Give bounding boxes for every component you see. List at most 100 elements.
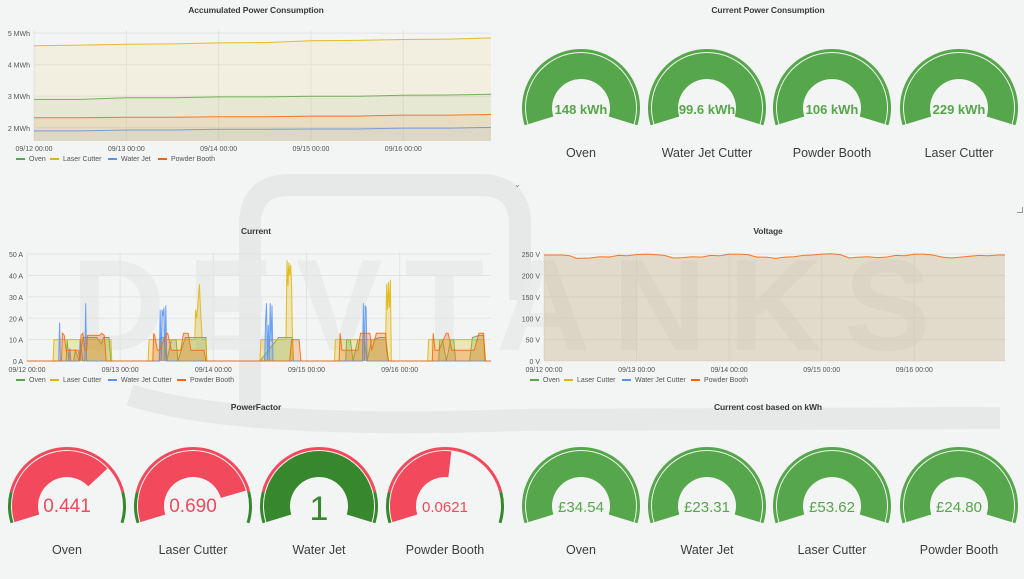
gauge-label: Powder Booth xyxy=(920,543,999,557)
y-tick-label: 100 V xyxy=(522,316,541,323)
panel-title[interactable]: Voltage xyxy=(512,226,1024,236)
y-tick-label: 50 V xyxy=(526,338,541,345)
gauge-value: 106 kWh xyxy=(806,102,859,117)
powerfactor-gauges: 0.441 Oven 0.690 Laser Cutter 1 Water Jet 0.06… xyxy=(7,447,504,557)
gauge-label: Water Jet xyxy=(680,543,734,557)
y-tick-label: 0 A xyxy=(13,359,23,366)
gauge-value: 0.441 xyxy=(43,496,91,517)
gauge-laser-cutter[interactable]: £53.62 Laser Cutter xyxy=(773,446,891,557)
y-tick-label: 250 V xyxy=(522,252,541,259)
legend-item[interactable]: Water Jet Cutter xyxy=(622,377,686,384)
y-tick-label: 200 V xyxy=(522,274,541,281)
current-panel: Current 0 A 10 A 20 A 30 A 40 A 50 A 09/12 00:… xyxy=(0,222,512,392)
collapse-chevron-icon[interactable]: ⌄ xyxy=(514,180,521,189)
gauge-powder-booth[interactable]: 106 kWh Powder Booth xyxy=(773,48,891,160)
gauge-label: Oven xyxy=(566,146,596,160)
legend-item[interactable]: Powder Booth xyxy=(691,377,748,384)
legend-item[interactable]: Laser Cutter xyxy=(50,156,102,163)
gauge-label: Laser Cutter xyxy=(798,543,867,557)
gauge-water-jet[interactable]: £23.31 Water Jet xyxy=(648,447,766,557)
gauge-value: 99.6 kWh xyxy=(679,102,735,117)
legend-swatch xyxy=(108,379,117,381)
legend-item[interactable]: Water Jet xyxy=(108,156,151,163)
panel-title[interactable]: Current cost based on kWh xyxy=(512,402,1024,412)
gauge-water-jet-cutter[interactable]: 99.6 kWh Water Jet Cutter xyxy=(648,49,766,160)
x-tick-label: 09/16 00:00 xyxy=(896,367,933,374)
y-tick-label: 4 MWh xyxy=(8,63,30,70)
legend-item[interactable]: Oven xyxy=(16,377,46,384)
legend-item[interactable]: Oven xyxy=(16,156,46,163)
series-area-powder-booth xyxy=(27,333,491,361)
legend-item[interactable]: Oven xyxy=(530,377,560,384)
accumulated-power-panel: Accumulated Power Consumption 2 MWh 3 MWh… xyxy=(0,0,512,175)
y-tick-label: 150 V xyxy=(522,295,541,302)
y-tick-label: 0 V xyxy=(529,359,540,366)
y-tick-label: 50 A xyxy=(9,252,23,259)
x-tick-label: 09/14 00:00 xyxy=(200,146,237,153)
x-tick-label: 09/12 00:00 xyxy=(9,367,46,374)
gauge-laser-cutter[interactable]: 0.690 Laser Cutter xyxy=(134,447,253,557)
gauge-oven[interactable]: 0.441 Oven xyxy=(7,447,126,557)
legend-swatch xyxy=(50,158,59,160)
panel-title[interactable]: Current Power Consumption xyxy=(512,5,1024,15)
legend-label: Laser Cutter xyxy=(63,156,102,163)
y-tick-label: 30 A xyxy=(9,295,23,302)
cost-panel: Current cost based on kWh £34.54 Oven £23.… xyxy=(512,395,1024,574)
legend-item[interactable]: Powder Booth xyxy=(177,377,234,384)
y-tick-label: 20 A xyxy=(9,316,23,323)
legend-swatch xyxy=(16,158,25,160)
gauge-powder-booth[interactable]: £24.80 Powder Booth xyxy=(900,446,1018,557)
powerfactor-panel: PowerFactor 0.441 Oven 0.690 Laser Cutter 1 W… xyxy=(0,395,512,574)
x-tick-label: 09/15 00:00 xyxy=(803,367,840,374)
legend-item[interactable]: Laser Cutter xyxy=(50,377,102,384)
y-tick-label: 10 A xyxy=(9,338,23,345)
gauge-value: £24.80 xyxy=(936,499,982,516)
gauge-water-jet[interactable]: 1 Water Jet xyxy=(260,447,378,557)
legend-swatch xyxy=(108,158,117,160)
x-tick-label: 09/16 00:00 xyxy=(385,146,422,153)
legend-label: Water Jet xyxy=(121,156,151,163)
legend-label: Powder Booth xyxy=(704,377,748,384)
panel-resize-handle[interactable] xyxy=(1017,207,1023,213)
legend-label: Oven xyxy=(543,377,560,384)
gauge-label: Oven xyxy=(52,543,82,557)
x-tick-label: 09/15 00:00 xyxy=(288,367,325,374)
gauge-laser-cutter[interactable]: 229 kWh Laser Cutter xyxy=(900,48,1018,160)
gauge-value: £34.54 xyxy=(558,499,604,516)
legend-swatch xyxy=(16,379,25,381)
gauge-label: Laser Cutter xyxy=(925,146,994,160)
gauge-label: Powder Booth xyxy=(793,146,872,160)
legend-label: Powder Booth xyxy=(171,156,215,163)
gauge-oven[interactable]: £34.54 Oven xyxy=(522,447,640,557)
legend-swatch xyxy=(158,158,167,160)
gauge-powder-booth[interactable]: 0.0621 Powder Booth xyxy=(385,447,504,557)
gauge-value: £53.62 xyxy=(809,499,855,516)
voltage-chart: 0 V 50 V 100 V 150 V 200 V 250 V 09/12 00:00 09… xyxy=(522,252,1005,384)
legend-swatch xyxy=(530,379,539,381)
x-tick-label: 09/15 00:00 xyxy=(292,146,329,153)
x-tick-label: 09/14 00:00 xyxy=(195,367,232,374)
cost-gauges: £34.54 Oven £23.31 Water Jet £53.62 Laser Cut… xyxy=(522,446,1018,557)
threshold-band-green xyxy=(246,491,253,524)
gauge-label: Oven xyxy=(566,543,596,557)
gauge-label: Powder Booth xyxy=(406,543,485,557)
gauge-label: Laser Cutter xyxy=(159,543,228,557)
panel-title[interactable]: Current xyxy=(0,226,512,236)
y-tick-label: 2 MWh xyxy=(8,126,30,133)
current-power-gauges: 148 kWh Oven 99.6 kWh Water Jet Cutter 106 k… xyxy=(522,48,1018,160)
accumulated-power-chart: 2 MWh 3 MWh 4 MWh 5 MWh 09/12 00:00 09/13 00:… xyxy=(8,30,492,163)
gauge-label: Water Jet Cutter xyxy=(662,146,753,160)
gauge-value: £23.31 xyxy=(684,499,730,516)
y-tick-label: 5 MWh xyxy=(8,31,30,38)
panel-title[interactable]: Accumulated Power Consumption xyxy=(0,5,512,15)
panel-title[interactable]: PowerFactor xyxy=(0,402,512,412)
legend-swatch xyxy=(177,379,186,381)
gauge-oven[interactable]: 148 kWh Oven xyxy=(522,49,640,160)
gauge-value: 148 kWh xyxy=(555,102,608,117)
legend-item[interactable]: Powder Booth xyxy=(158,156,215,163)
legend-item[interactable]: Water Jet Cutter xyxy=(108,377,172,384)
legend-label: Water Jet Cutter xyxy=(635,377,686,384)
legend-label: Powder Booth xyxy=(190,377,234,384)
legend-label: Oven xyxy=(29,377,46,384)
legend-item[interactable]: Laser Cutter xyxy=(564,377,616,384)
